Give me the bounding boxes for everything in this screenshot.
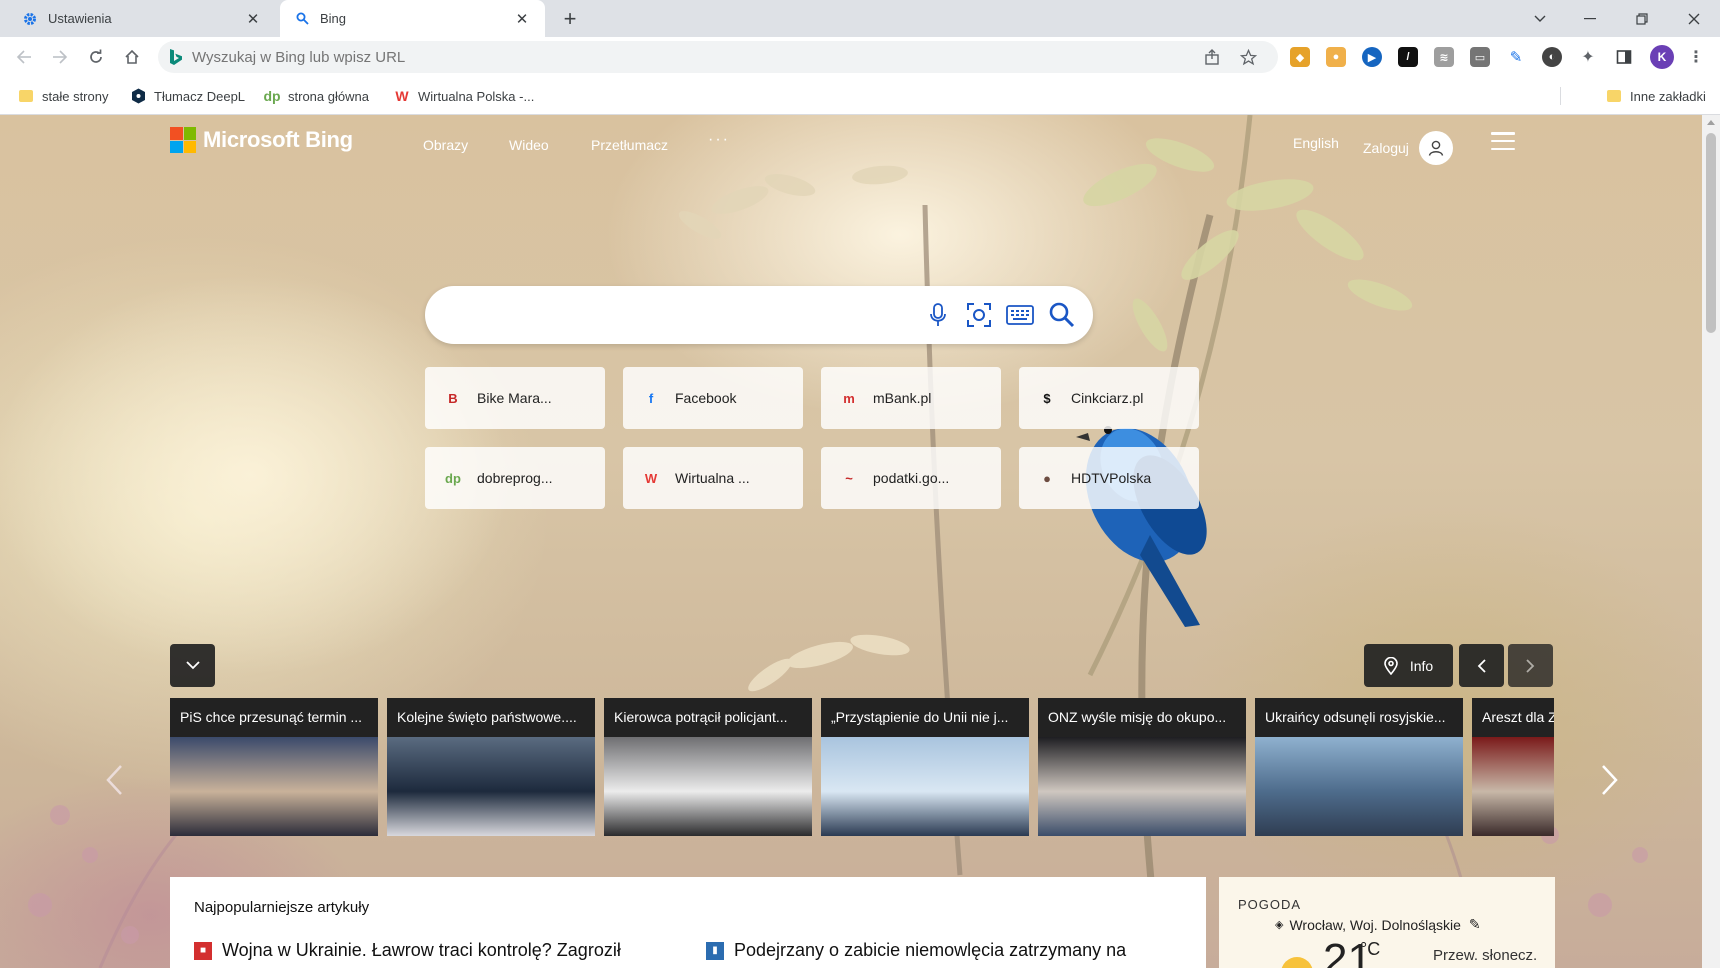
bookmark-label: Tłumacz DeepL (154, 88, 246, 104)
weather-panel[interactable]: POGODA ◈ Wrocław, Woj. Dolnośląskie ✎ 21… (1219, 877, 1555, 968)
address-input[interactable] (192, 48, 1092, 66)
home-button[interactable] (118, 43, 146, 71)
bookmark-star-icon[interactable] (1234, 41, 1262, 73)
news-card-title: PiS chce przesunąć termin ... (170, 698, 378, 737)
news-card[interactable]: ONZ wyśle misję do okupo... (1038, 698, 1246, 836)
news-card[interactable]: Ukraińcy odsunęli rosyjskie... (1255, 698, 1463, 836)
weather-location-text: Wrocław, Woj. Dolnośląskie (1289, 916, 1461, 933)
search-icon (294, 11, 310, 27)
popular-articles-panel: Najpopularniejsze artykuły ■ Wojna w Ukr… (170, 877, 1206, 968)
dp-icon: dp (263, 88, 281, 104)
news-card-image (170, 737, 378, 836)
news-card-title: Ukraińcy odsunęli rosyjskie... (1255, 698, 1463, 737)
news-card[interactable]: „Przystąpienie do Unii nie j... (821, 698, 1029, 836)
extension-icon[interactable]: ✎ (1506, 47, 1526, 67)
news-source-icon: ▮ (706, 941, 724, 960)
news-card-title: „Przystąpienie do Unii nie j... (821, 698, 1029, 737)
weather-location[interactable]: ◈ Wrocław, Woj. Dolnośląskie ✎ (1275, 916, 1481, 933)
profile-avatar[interactable]: K (1650, 45, 1674, 69)
bookmarks-bar: stałe strony Tłumacz DeepL dp strona głó… (0, 77, 1720, 115)
news-card[interactable]: Kolejne święto państwowe.... (387, 698, 595, 836)
bookmark-item[interactable]: W Wirtualna Polska -... (394, 77, 534, 115)
scrollbar-thumb[interactable] (1706, 133, 1716, 333)
forward-button[interactable] (46, 43, 74, 71)
news-card-title: ONZ wyśle misję do okupo... (1038, 698, 1246, 737)
article-title: Wojna w Ukrainie. Ławrow traci kontrolę?… (222, 940, 621, 960)
news-carousel: PiS chce przesunąć termin ... Kolejne świ… (170, 115, 1554, 968)
extension-icon[interactable]: ◐ (1542, 47, 1562, 67)
bookmark-item[interactable]: dp strona główna (263, 77, 369, 115)
bookmark-label: Inne zakładki (1630, 88, 1706, 104)
bookmark-label: stałe strony (42, 88, 109, 104)
news-card-image (387, 737, 595, 836)
weather-description: Przew. słonecz. (1433, 947, 1538, 964)
page-scrollbar[interactable] (1702, 115, 1720, 968)
close-window-button[interactable] (1668, 0, 1720, 37)
tab-title: Bing (320, 11, 347, 26)
location-icon: ◈ (1275, 919, 1284, 931)
new-tab-button[interactable]: + (558, 6, 582, 31)
edit-pencil-icon[interactable]: ✎ (1469, 916, 1481, 933)
news-card-title: Kolejne święto państwowe.... (387, 698, 595, 737)
tab-title: Ustawienia (48, 11, 112, 26)
browser-toolbar: ◆ ● ▶ / ≋ ▭ ✎ ◐ ✦ K ⋮ (0, 37, 1720, 77)
back-button[interactable] (10, 43, 38, 71)
news-card-image (1038, 737, 1246, 836)
article-link[interactable]: ▮ Podejrzany o zabicie niemowlęcia zatrz… (706, 940, 1126, 961)
share-icon[interactable] (1198, 41, 1226, 73)
tab-search-icon[interactable] (1514, 0, 1566, 37)
page-viewport: Microsoft Bing Obrazy Wideo Przetłumacz … (0, 115, 1702, 968)
rss-extension-icon[interactable]: ≋ (1434, 47, 1454, 67)
extension-icon[interactable]: ● (1326, 47, 1346, 67)
folder-icon (18, 88, 34, 104)
sun-icon (1281, 957, 1313, 968)
news-card-title: Areszt dla Z... (1472, 698, 1554, 737)
tab-bing[interactable]: Bing ✕ (280, 0, 545, 37)
bookmark-item[interactable]: Tłumacz DeepL (130, 77, 245, 115)
news-card-image (1472, 737, 1554, 836)
deepl-icon (130, 88, 146, 104)
weather-label: POGODA (1238, 897, 1302, 912)
news-card[interactable]: Areszt dla Z... (1472, 698, 1554, 836)
scroll-up-icon[interactable] (1707, 120, 1715, 125)
news-source-icon: ■ (194, 941, 212, 960)
news-card[interactable]: PiS chce przesunąć termin ... (170, 698, 378, 836)
article-title: Podejrzany o zabicie niemowlęcia zatrzym… (734, 940, 1127, 960)
weather-unit: °C (1360, 939, 1381, 959)
wp-icon: W (395, 88, 409, 104)
extension-icon[interactable]: ▭ (1470, 47, 1490, 67)
minimize-button[interactable] (1564, 0, 1616, 37)
bookmark-label: Wirtualna Polska -... (418, 88, 535, 104)
tab-settings[interactable]: Ustawienia ✕ (8, 0, 276, 37)
panel-title: Najpopularniejsze artykuły (194, 899, 370, 916)
menu-kebab-icon[interactable]: ⋮ (1686, 47, 1706, 67)
other-bookmarks-folder[interactable]: Inne zakładki (1606, 77, 1706, 115)
news-card-image (604, 737, 812, 836)
restore-button[interactable] (1616, 0, 1668, 37)
news-card-image (1255, 737, 1463, 836)
extensions-puzzle-icon[interactable]: ✦ (1578, 47, 1598, 67)
news-prev-arrow-icon[interactable] (100, 760, 128, 800)
news-card-image (821, 737, 1029, 836)
reload-button[interactable] (82, 43, 110, 71)
folder-icon (1606, 88, 1622, 104)
close-tab-icon[interactable]: ✕ (244, 10, 262, 28)
side-panel-icon[interactable] (1614, 47, 1634, 67)
news-card-title: Kierowca potrącił policjant... (604, 698, 812, 737)
news-card[interactable]: Kierowca potrącił policjant... (604, 698, 812, 836)
address-bar[interactable] (158, 41, 1278, 73)
bookmark-label: strona główna (288, 88, 369, 104)
extension-icon[interactable]: ▶ (1362, 47, 1382, 67)
tab-strip: Ustawienia ✕ Bing ✕ + (0, 0, 1720, 37)
bing-favicon-icon (168, 48, 184, 66)
bookmark-folder[interactable]: stałe strony (18, 77, 108, 115)
news-next-arrow-icon[interactable] (1596, 760, 1624, 800)
close-tab-icon[interactable]: ✕ (513, 10, 531, 28)
gear-icon (22, 11, 38, 27)
extension-icon[interactable]: / (1398, 47, 1418, 67)
bookmarks-divider (1560, 87, 1561, 105)
extension-icon[interactable]: ◆ (1290, 47, 1310, 67)
article-link[interactable]: ■ Wojna w Ukrainie. Ławrow traci kontrol… (194, 940, 621, 961)
